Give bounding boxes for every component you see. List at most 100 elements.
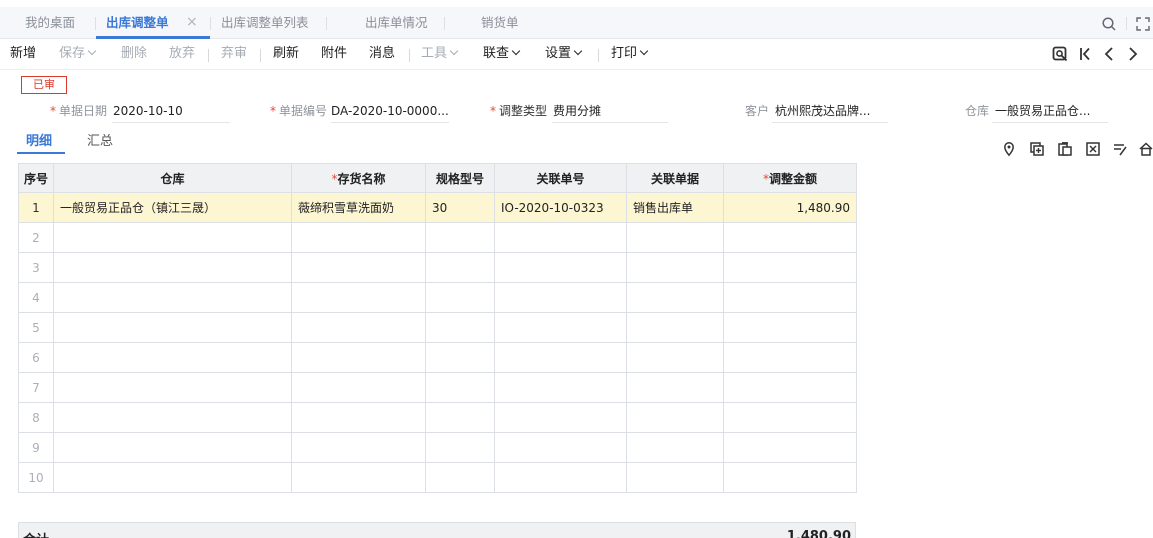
cell-amount[interactable]: [723, 342, 857, 373]
cell-ref-no[interactable]: [494, 432, 627, 463]
cell-warehouse[interactable]: 一般贸易正品仓（镇江三晟）: [53, 192, 292, 223]
cell-amount[interactable]: 1,480.90: [723, 192, 857, 223]
cell-ref-no[interactable]: [494, 372, 627, 403]
cell-item[interactable]: [291, 372, 426, 403]
tab-outbound-adjustment[interactable]: 出库调整单: [106, 7, 169, 39]
date-field[interactable]: * 单据日期 2020-10-10: [50, 99, 183, 123]
cell-spec[interactable]: [425, 252, 495, 283]
cell-item[interactable]: [291, 282, 426, 313]
column-header-ref-doc[interactable]: 关联单据: [626, 163, 724, 193]
attachment-button[interactable]: 附件: [321, 39, 347, 70]
cell-amount[interactable]: [723, 402, 857, 433]
cell-warehouse[interactable]: [53, 432, 292, 463]
cell-spec[interactable]: [425, 372, 495, 403]
preview-icon[interactable]: [1051, 45, 1069, 63]
cell-warehouse[interactable]: [53, 342, 292, 373]
cell-ref-no[interactable]: [494, 462, 627, 493]
cell-item[interactable]: [291, 252, 426, 283]
tab-close-icon[interactable]: ×: [186, 7, 198, 39]
cell-warehouse[interactable]: [53, 282, 292, 313]
next-icon[interactable]: [1124, 45, 1142, 63]
customer-field[interactable]: 客户 杭州熙茂达品牌...: [745, 99, 870, 123]
cell-spec[interactable]: [425, 312, 495, 343]
cell-ref-no[interactable]: IO-2020-10-0323: [494, 192, 627, 223]
tab-summary[interactable]: 汇总: [87, 131, 113, 153]
cell-ref-doc[interactable]: [626, 342, 724, 373]
warehouse-field[interactable]: 仓库 一般贸易正品仓...: [965, 99, 1090, 123]
cell-spec[interactable]: [425, 342, 495, 373]
column-header-spec[interactable]: 规格型号: [425, 163, 495, 193]
table-row[interactable]: 4: [18, 282, 857, 313]
add-button[interactable]: 新增: [10, 39, 36, 70]
cell-warehouse[interactable]: [53, 252, 292, 283]
copy-row-icon[interactable]: [1057, 141, 1073, 157]
column-header-ref-no[interactable]: 关联单号: [494, 163, 627, 193]
cell-item[interactable]: [291, 402, 426, 433]
doc-number-field[interactable]: * 单据编号 DA-2020-10-0000...: [270, 99, 449, 123]
cell-amount[interactable]: [723, 372, 857, 403]
cell-amount[interactable]: [723, 432, 857, 463]
tools-button[interactable]: 工具: [421, 39, 459, 70]
cell-item[interactable]: [291, 432, 426, 463]
tab-outbound-status[interactable]: 出库单情况: [365, 7, 428, 39]
tab-adjustment-list[interactable]: 出库调整单列表: [221, 7, 309, 39]
cell-warehouse[interactable]: [53, 222, 292, 253]
home-icon[interactable]: [1138, 141, 1153, 157]
discard-button[interactable]: 放弃: [169, 39, 195, 70]
unaudit-button[interactable]: 弃审: [221, 39, 247, 70]
cell-amount[interactable]: [723, 282, 857, 313]
cell-ref-doc[interactable]: [626, 312, 724, 343]
cell-amount[interactable]: [723, 462, 857, 493]
fullscreen-icon[interactable]: [1135, 16, 1151, 32]
cell-ref-doc[interactable]: [626, 222, 724, 253]
batch-edit-icon[interactable]: [1112, 141, 1128, 157]
cell-ref-doc[interactable]: [626, 252, 724, 283]
table-row[interactable]: 3: [18, 252, 857, 283]
cell-item[interactable]: [291, 312, 426, 343]
cell-ref-doc[interactable]: 销售出库单: [626, 192, 724, 223]
refresh-button[interactable]: 刷新: [273, 39, 299, 70]
cell-item[interactable]: 薇缔积雪草洗面奶: [291, 192, 426, 223]
cell-amount[interactable]: [723, 222, 857, 253]
cell-warehouse[interactable]: [53, 372, 292, 403]
cell-spec[interactable]: [425, 222, 495, 253]
cell-item[interactable]: [291, 462, 426, 493]
column-header-amount[interactable]: *调整金额: [723, 163, 857, 193]
cell-spec[interactable]: [425, 462, 495, 493]
settings-button[interactable]: 设置: [545, 39, 583, 70]
tab-detail[interactable]: 明细: [26, 131, 52, 153]
adjust-type-field[interactable]: * 调整类型 费用分摊: [490, 99, 601, 123]
cell-ref-no[interactable]: [494, 402, 627, 433]
delete-button[interactable]: 删除: [121, 39, 147, 70]
cell-ref-no[interactable]: [494, 252, 627, 283]
cell-warehouse[interactable]: [53, 312, 292, 343]
cell-warehouse[interactable]: [53, 462, 292, 493]
table-row[interactable]: 5: [18, 312, 857, 343]
column-header-index[interactable]: 序号: [18, 163, 54, 193]
table-row[interactable]: 2: [18, 222, 857, 253]
cell-spec[interactable]: 30: [425, 192, 495, 223]
cell-ref-doc[interactable]: [626, 372, 724, 403]
tab-sales-order[interactable]: 销货单: [481, 7, 519, 39]
table-row[interactable]: 8: [18, 402, 857, 433]
add-row-icon[interactable]: [1029, 141, 1045, 157]
cell-ref-doc[interactable]: [626, 432, 724, 463]
search-icon[interactable]: [1101, 16, 1117, 32]
table-row[interactable]: 10: [18, 462, 857, 493]
cell-amount[interactable]: [723, 312, 857, 343]
cell-amount[interactable]: [723, 252, 857, 283]
first-page-icon[interactable]: [1076, 45, 1094, 63]
table-row[interactable]: 6: [18, 342, 857, 373]
tab-my-desktop[interactable]: 我的桌面: [25, 7, 75, 39]
cell-ref-no[interactable]: [494, 282, 627, 313]
cell-item[interactable]: [291, 222, 426, 253]
print-button[interactable]: 打印: [611, 39, 649, 70]
delete-row-icon[interactable]: [1085, 141, 1101, 157]
location-icon[interactable]: [1001, 141, 1017, 157]
prev-icon[interactable]: [1100, 45, 1118, 63]
cell-ref-no[interactable]: [494, 222, 627, 253]
table-row[interactable]: 7: [18, 372, 857, 403]
message-button[interactable]: 消息: [369, 39, 395, 70]
save-button[interactable]: 保存: [59, 39, 97, 70]
linked-query-button[interactable]: 联查: [483, 39, 521, 70]
